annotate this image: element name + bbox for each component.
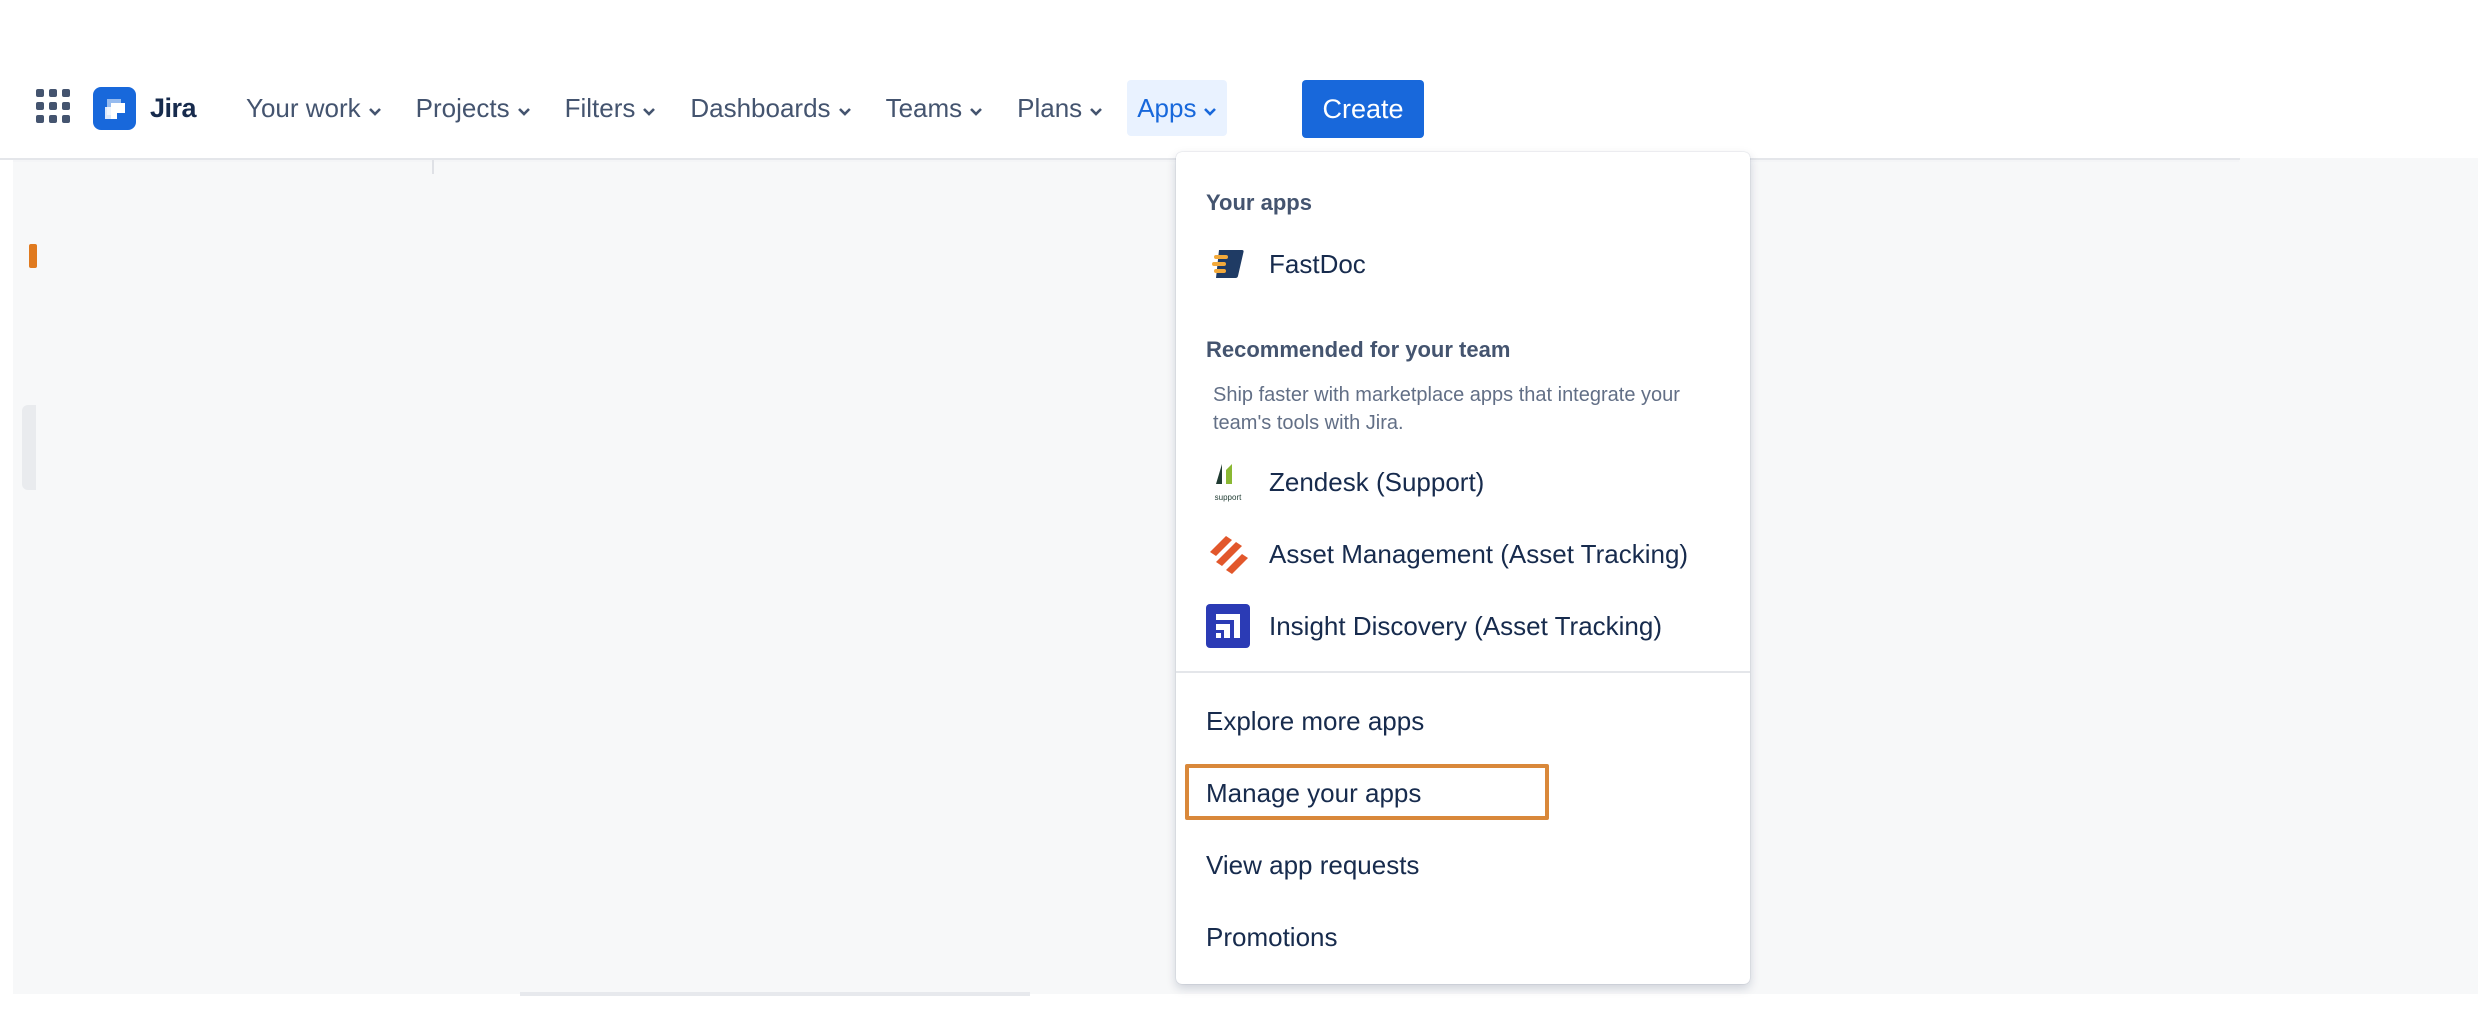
chevron-down-icon	[642, 93, 656, 124]
nav-item-label: Dashboards	[690, 92, 831, 123]
menu-link-label: Explore more apps	[1206, 705, 1425, 736]
manage-apps-highlight	[1185, 764, 1549, 820]
menu-item-zendesk[interactable]: support Zendesk (Support)	[1176, 452, 1750, 512]
menu-link-label: View app requests	[1206, 849, 1420, 880]
sidebar-collapse-handle[interactable]	[22, 405, 36, 490]
project-avatar-fragment	[29, 240, 37, 272]
insight-discovery-icon	[1206, 604, 1250, 648]
product-name: Jira	[150, 93, 197, 123]
menu-item-label: FastDoc	[1269, 248, 1366, 279]
recommended-description: Ship faster with marketplace apps that i…	[1213, 384, 1680, 434]
promotions-link[interactable]: Promotions	[1176, 907, 1750, 967]
nav-your-work[interactable]: Your work	[246, 87, 382, 129]
asset-management-icon	[1206, 532, 1250, 576]
menu-item-asset-management[interactable]: Asset Management (Asset Tracking)	[1176, 524, 1750, 584]
zendesk-caption: support	[1215, 493, 1242, 502]
top-navigation: Jira Your work Projects Filters Dashboar…	[0, 60, 2240, 160]
menu-item-insight-discovery[interactable]: Insight Discovery (Asset Tracking)	[1176, 596, 1750, 656]
apps-dropdown-menu: Your apps FastDoc Recommended for your t…	[1176, 152, 1750, 984]
chevron-down-icon	[838, 93, 852, 124]
nav-dashboards[interactable]: Dashboards	[690, 87, 851, 129]
nav-item-label: Your work	[246, 92, 361, 123]
menu-item-label: Insight Discovery (Asset Tracking)	[1269, 610, 1663, 641]
chevron-down-icon	[1089, 93, 1103, 124]
nav-apps[interactable]: Apps	[1127, 80, 1228, 136]
app-switcher-icon[interactable]	[36, 89, 70, 123]
menu-item-label: Zendesk (Support)	[1269, 466, 1485, 497]
chevron-down-icon	[517, 93, 531, 124]
chevron-down-icon	[1203, 93, 1217, 124]
jira-logo[interactable]: Jira	[93, 87, 197, 130]
explore-more-apps-link[interactable]: Explore more apps	[1176, 691, 1750, 751]
nav-projects[interactable]: Projects	[416, 87, 531, 129]
chevron-down-icon	[969, 93, 983, 124]
jira-logo-icon	[93, 87, 136, 130]
menu-item-label: Asset Management (Asset Tracking)	[1269, 538, 1689, 569]
nav-item-label: Apps	[1137, 92, 1197, 123]
nav-plans[interactable]: Plans	[1017, 87, 1103, 129]
your-apps-heading: Your apps	[1206, 190, 1312, 215]
nav-item-label: Filters	[564, 92, 636, 123]
menu-item-fastdoc[interactable]: FastDoc	[1176, 234, 1750, 294]
nav-item-label: Teams	[885, 92, 963, 123]
create-button[interactable]: Create	[1302, 80, 1424, 138]
nav-items: Your work Projects Filters Dashboards Te…	[246, 80, 1261, 136]
fastdoc-icon	[1206, 242, 1250, 286]
view-app-requests-link[interactable]: View app requests	[1176, 835, 1750, 895]
zendesk-icon: support	[1206, 460, 1250, 504]
menu-divider	[1176, 671, 1750, 673]
sidebar-divider	[432, 160, 434, 174]
background-text-fragment	[520, 992, 1030, 996]
recommended-heading: Recommended for your team	[1206, 337, 1511, 362]
nav-item-label: Projects	[415, 92, 510, 123]
nav-filters[interactable]: Filters	[565, 87, 657, 129]
nav-item-label: Plans	[1017, 92, 1083, 123]
nav-teams[interactable]: Teams	[886, 87, 984, 129]
menu-link-label: Promotions	[1206, 921, 1338, 952]
chevron-down-icon	[368, 93, 382, 124]
